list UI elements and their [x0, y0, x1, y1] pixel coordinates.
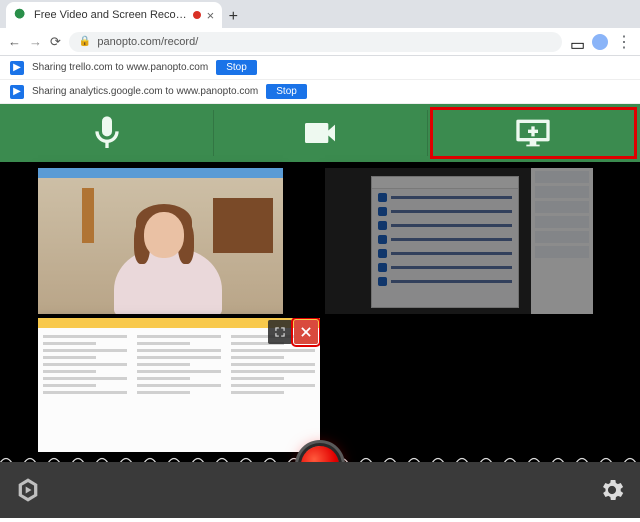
expand-icon: [273, 325, 287, 339]
browser-tab[interactable]: Free Video and Screen Reco… ×: [6, 2, 222, 28]
stop-sharing-button[interactable]: Stop: [216, 60, 257, 75]
lock-icon: 🔒: [79, 36, 91, 47]
webcam-preview[interactable]: [38, 168, 283, 314]
share-icon: ▶: [10, 61, 24, 75]
profile-icon[interactable]: [592, 34, 608, 50]
back-button[interactable]: ←: [8, 34, 21, 49]
screen-plus-icon: [513, 113, 553, 153]
share-icon: ▶: [10, 85, 24, 99]
preview-overlay-controls: [266, 318, 320, 346]
reload-button[interactable]: ⟳: [50, 34, 61, 50]
preview-area: [0, 162, 640, 462]
tab-close-icon[interactable]: ×: [207, 8, 215, 23]
video-source-button[interactable]: [213, 104, 426, 162]
close-icon: [299, 325, 313, 339]
cast-icon[interactable]: ▭: [570, 35, 584, 49]
extension-area: ▭ ⋮: [570, 32, 632, 52]
sharing-infobar-1: ▶ Sharing trello.com to www.panopto.com …: [0, 56, 640, 80]
add-screen-button[interactable]: [427, 104, 640, 162]
address-bar[interactable]: 🔒 panopto.com/record/: [69, 32, 562, 52]
sharing-infobar-2: ▶ Sharing analytics.google.com to www.pa…: [0, 80, 640, 104]
infobar-text: Sharing analytics.google.com to www.pano…: [32, 86, 258, 97]
favicon-icon: [14, 8, 28, 22]
bottom-bar: [0, 462, 640, 518]
browser-toolbar: ← → ⟳ 🔒 panopto.com/record/ ▭ ⋮: [0, 28, 640, 56]
new-tab-button[interactable]: +: [222, 6, 244, 28]
gear-icon: [598, 476, 626, 504]
menu-icon[interactable]: ⋮: [616, 32, 632, 52]
forward-button: →: [29, 34, 42, 49]
screen-preview-2[interactable]: [38, 318, 320, 452]
stop-sharing-button[interactable]: Stop: [266, 84, 307, 99]
recorder-app: [0, 104, 640, 518]
infobar-text: Sharing trello.com to www.panopto.com: [32, 62, 208, 73]
tab-title: Free Video and Screen Reco…: [34, 9, 187, 21]
brand-logo[interactable]: [14, 476, 42, 504]
source-toolbar: [0, 104, 640, 162]
expand-preview-button[interactable]: [268, 320, 292, 344]
screen-preview-1[interactable]: [325, 168, 593, 314]
audio-source-button[interactable]: [0, 104, 213, 162]
recording-indicator-icon: [193, 11, 201, 19]
settings-button[interactable]: [598, 476, 626, 504]
panopto-logo-icon: [14, 476, 42, 504]
browser-tabstrip: Free Video and Screen Reco… × +: [0, 0, 640, 28]
camera-icon: [300, 113, 340, 153]
remove-preview-button[interactable]: [294, 320, 318, 344]
microphone-icon: [87, 113, 127, 153]
url-text: panopto.com/record/: [97, 36, 198, 48]
